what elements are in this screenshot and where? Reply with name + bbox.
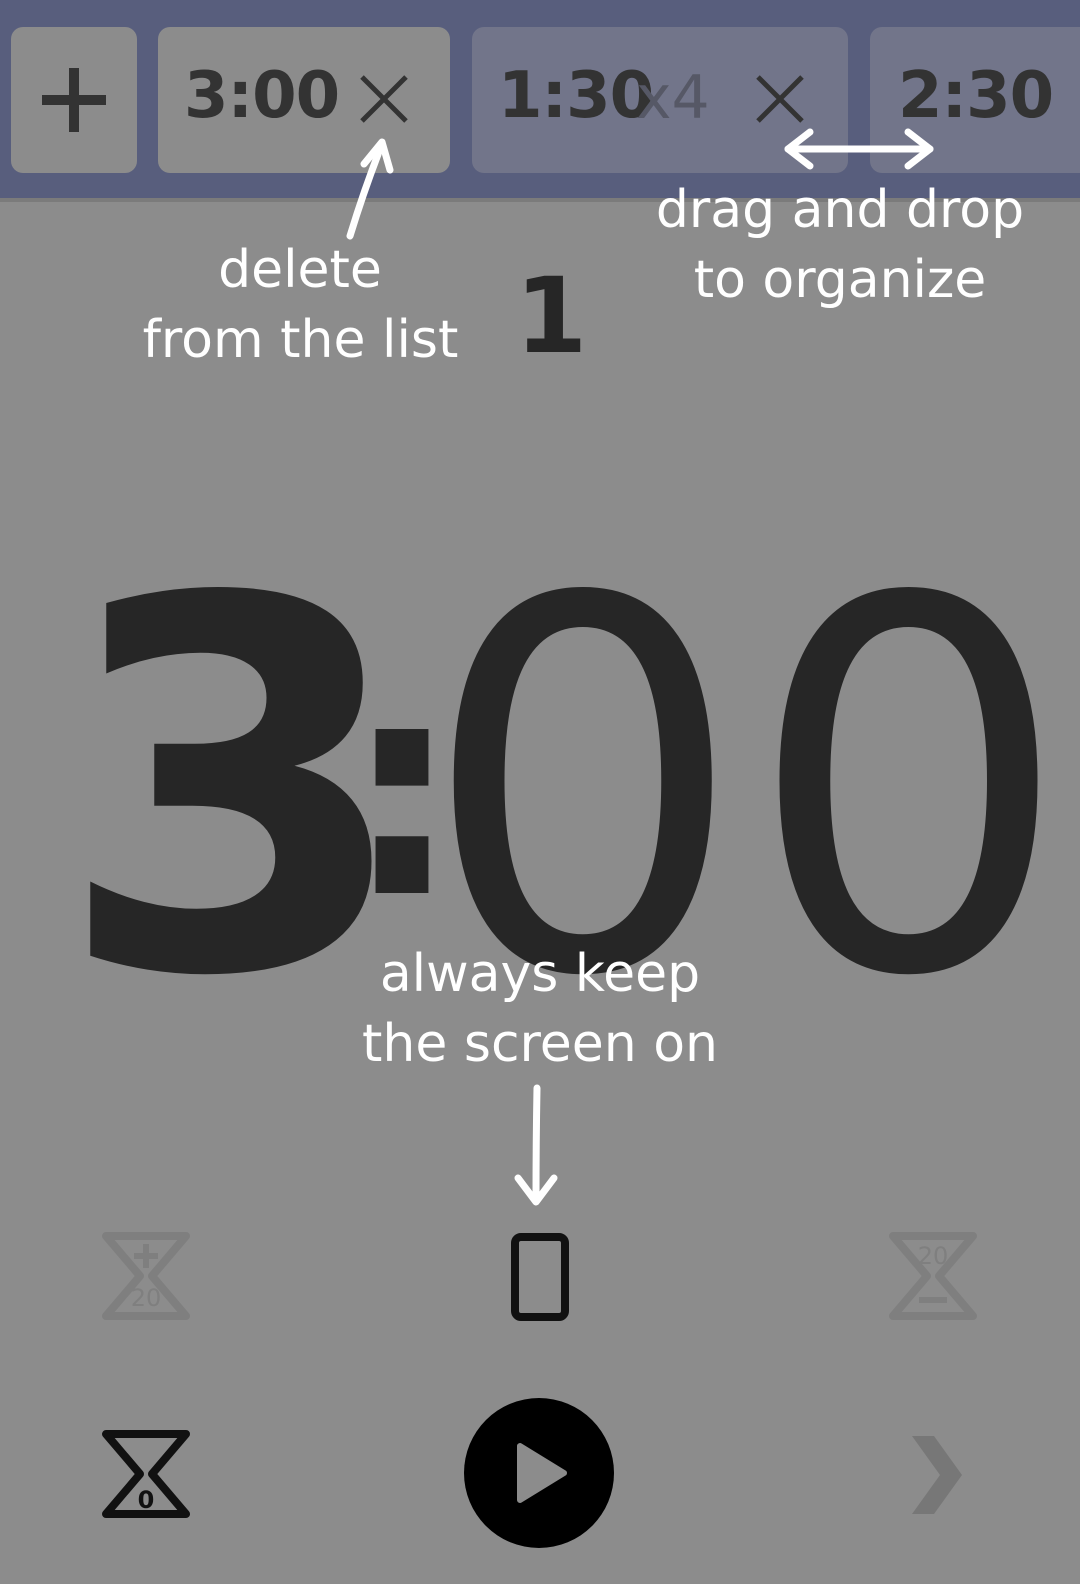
drag-arrow [784,128,934,170]
subtract-time-value: 20 [918,1242,949,1270]
reset-timer-icon[interactable]: 0 [100,1428,192,1520]
timer-chip-time: 1:30 [498,59,654,133]
screen-annotation-line1: always keep [379,944,701,1004]
add-time-value: 20 [131,1284,162,1312]
drag-annotation-line2: to organize [693,250,987,310]
close-icon[interactable] [754,73,806,125]
play-button[interactable] [464,1398,614,1548]
delete-arrow [346,138,394,240]
delete-annotation-line2: from the list [142,310,459,370]
close-icon[interactable] [358,73,410,125]
add-time-icon[interactable]: 20 [100,1230,192,1322]
reset-timer-value: 0 [138,1486,155,1514]
round-counter: 1 [515,255,588,377]
timer-chip-repeat: x4 [636,63,710,133]
subtract-time-icon[interactable]: 20 [887,1230,979,1322]
timer-chip-time: 2:30 [898,59,1054,133]
screen-arrow [514,1084,558,1206]
add-timer-button[interactable] [11,27,137,173]
plus-icon [42,68,106,132]
screen-annotation-line2: the screen on [361,1014,719,1074]
next-icon[interactable] [900,1430,970,1520]
timer-chip-time: 3:00 [184,59,340,133]
drag-annotation-line1: drag and drop [655,180,1025,240]
keep-screen-on-icon[interactable] [510,1232,570,1322]
delete-annotation-line1: delete [218,240,382,300]
